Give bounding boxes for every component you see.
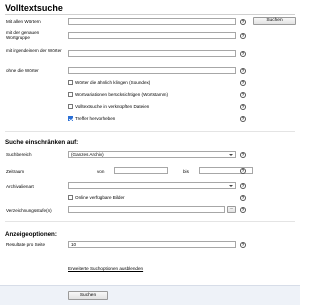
chevron-down-icon: [229, 185, 233, 187]
word-stem-label: Wortvariationen berücksichtigen (Wortsta…: [75, 92, 169, 97]
period-label: Zeitraum: [6, 169, 25, 174]
archive-type-select[interactable]: [68, 182, 236, 189]
label-all-words: Mit allen Wörtern: [6, 19, 41, 24]
linked-files-label: Volltextsuche in verknüpften Dateien: [75, 104, 150, 109]
results-per-page-label: Resultate pro Seite: [6, 242, 46, 247]
display-options-heading: Anzeigeoptionen:: [5, 231, 57, 238]
scope-select[interactable]: (Ganzes Archiv): [68, 151, 236, 158]
restrict-heading: Suche einschränken auf:: [5, 139, 79, 146]
browse-levels-button[interactable]: ...: [227, 206, 236, 213]
word-stem-checkbox[interactable]: [68, 92, 73, 97]
page-title: Volltextsuche: [5, 3, 63, 13]
help-icon[interactable]: ?: [240, 103, 246, 110]
level-label: Verzeichnungsstufe(n): [6, 208, 52, 213]
all-words-input[interactable]: [68, 18, 236, 25]
help-icon[interactable]: ?: [240, 206, 246, 213]
label-exact-phrase: mit der genauen Wortgruppe: [6, 30, 40, 41]
exact-phrase-input[interactable]: [68, 32, 236, 39]
highlight-hits-checkbox[interactable]: [68, 116, 73, 121]
results-per-page-input[interactable]: 10: [68, 241, 236, 248]
help-icon[interactable]: ?: [240, 241, 246, 248]
soundex-label: Wörter die ähnlich klingen (Soundex): [75, 80, 151, 85]
label-without-words: ohne die Wörter: [6, 68, 39, 73]
help-icon[interactable]: ?: [240, 91, 246, 98]
search-button-top[interactable]: Suchen: [253, 17, 296, 25]
to-label: bis: [183, 169, 189, 174]
help-icon[interactable]: ?: [240, 79, 246, 86]
help-icon[interactable]: ?: [240, 194, 246, 201]
help-icon[interactable]: ?: [240, 167, 246, 174]
help-icon[interactable]: ?: [240, 32, 246, 39]
level-input[interactable]: [68, 206, 225, 213]
online-images-label: Online verfügbare Bilder: [75, 195, 125, 200]
scope-label: Suchbereich: [6, 152, 32, 157]
help-icon[interactable]: ?: [240, 67, 246, 74]
label-any-words: mit irgendeinem der Wörter: [6, 48, 62, 53]
help-icon[interactable]: ?: [240, 50, 246, 57]
help-icon[interactable]: ?: [240, 151, 246, 158]
any-words-input[interactable]: [68, 50, 236, 57]
help-icon[interactable]: ?: [240, 182, 246, 189]
help-icon[interactable]: ?: [240, 115, 246, 122]
chevron-down-icon: [229, 154, 233, 156]
archive-type-label: Archivalienart: [6, 184, 34, 189]
footer-bar: [0, 285, 300, 305]
from-label: von: [97, 169, 105, 174]
search-button-bottom[interactable]: Suchen: [68, 291, 108, 300]
online-images-checkbox[interactable]: [68, 195, 73, 200]
help-icon[interactable]: ?: [240, 18, 246, 25]
soundex-checkbox[interactable]: [68, 80, 73, 85]
from-date-input[interactable]: [114, 167, 168, 174]
section-divider: [5, 131, 295, 132]
without-words-input[interactable]: [68, 67, 236, 74]
highlight-hits-label: Treffer hervorheben: [75, 116, 116, 121]
title-divider: [5, 14, 295, 15]
hide-advanced-options-link[interactable]: Erweiterte Suchoptionen ausblenden: [68, 266, 143, 271]
linked-files-checkbox[interactable]: [68, 104, 73, 109]
scope-selected-value: (Ganzes Archiv): [71, 152, 104, 157]
section-divider: [5, 221, 295, 222]
